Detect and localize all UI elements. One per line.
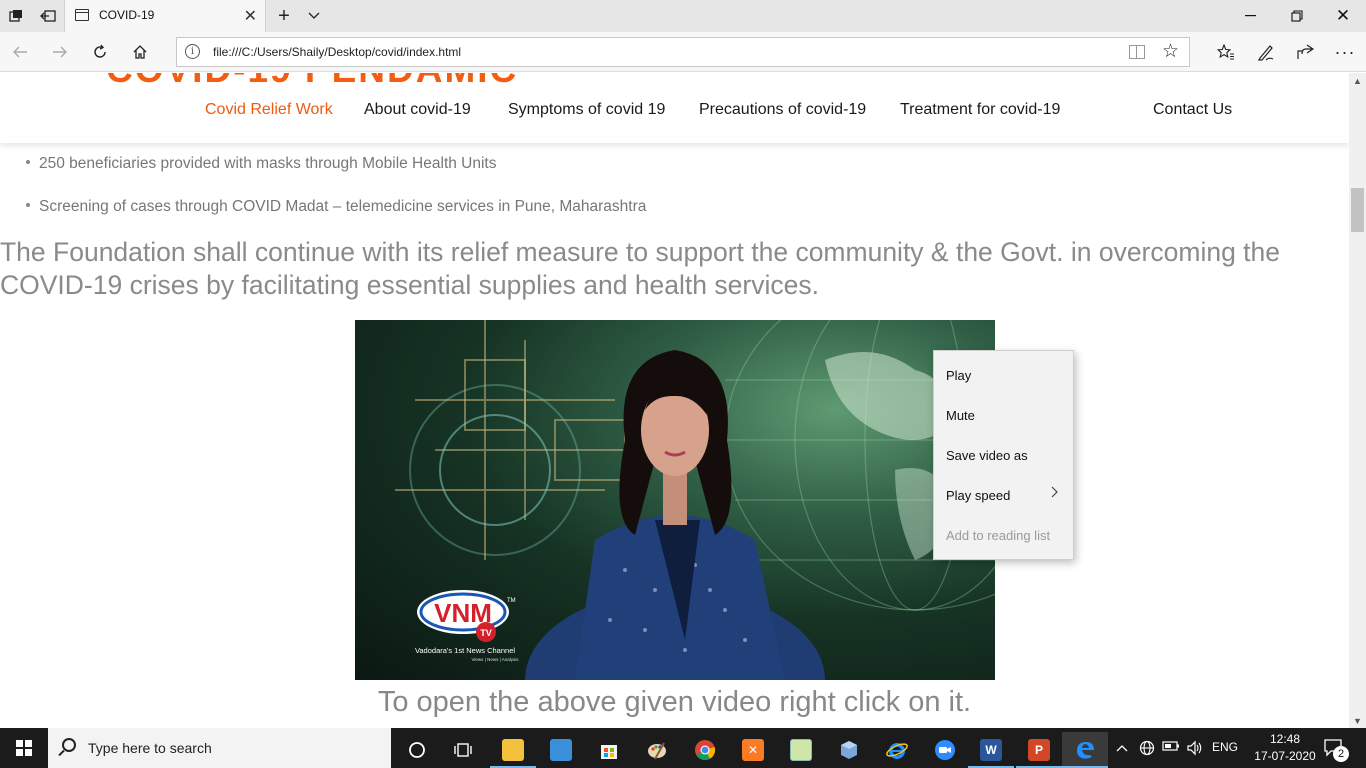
clock-date[interactable]: 17-07-2020 <box>1250 749 1320 763</box>
nav-contact-us[interactable]: Contact Us <box>1153 101 1232 119</box>
news-video-player[interactable]: VNM TV TM Vadodara's 1st News Channel Vi… <box>355 320 995 680</box>
channel-subtagline: Views | News | Analysis <box>471 657 519 662</box>
home-button[interactable] <box>124 36 156 68</box>
menu-item-mute[interactable]: Mute <box>946 408 975 423</box>
video-caption: To open the above given video right clic… <box>377 686 972 718</box>
new-tab-button[interactable]: + <box>268 0 300 32</box>
forward-button[interactable] <box>44 36 76 68</box>
powerpoint-icon[interactable]: P <box>1016 732 1062 768</box>
menu-item-play-speed[interactable]: Play speed <box>946 488 1010 503</box>
nav-covid-relief-work[interactable]: Covid Relief Work <box>205 101 333 119</box>
menu-item-save-video-as[interactable]: Save video as <box>946 448 1028 463</box>
paint-icon[interactable] <box>634 732 680 768</box>
back-button[interactable] <box>4 36 36 68</box>
tab-actions-icon[interactable] <box>0 0 32 32</box>
windows-taskbar: Type here to search ✕ W P ENG 12:48 17-0… <box>0 728 1366 768</box>
nav-treatment-for-covid-19[interactable]: Treatment for covid-19 <box>900 101 1060 119</box>
nav-about-covid-19[interactable]: About covid-19 <box>364 101 471 119</box>
this-pc-icon[interactable] <box>538 732 584 768</box>
windows-logo-icon <box>16 740 32 756</box>
language-indicator[interactable]: ENG <box>1212 740 1238 754</box>
tab-title: COVID-19 <box>99 8 155 22</box>
page-favicon-icon <box>75 9 89 21</box>
edge-icon[interactable] <box>1062 732 1108 768</box>
minimize-button[interactable] <box>1228 0 1274 32</box>
taskbar-search-placeholder[interactable]: Type here to search <box>88 740 212 756</box>
browser-tab-strip: COVID-19 ✕ + ✕ <box>0 0 1366 32</box>
nav-symptoms-of-covid-19[interactable]: Symptoms of covid 19 <box>508 101 665 119</box>
cortana-icon[interactable] <box>394 732 440 768</box>
taskbar-search-box[interactable]: Type here to search <box>48 728 391 768</box>
file-explorer-icon[interactable] <box>490 732 536 768</box>
close-window-button[interactable]: ✕ <box>1320 0 1366 32</box>
scroll-up-arrow-icon[interactable]: ▲ <box>1353 76 1362 86</box>
video-context-menu: Play Mute Save video as Play speed Add t… <box>933 350 1074 560</box>
store-icon[interactable] <box>586 732 632 768</box>
browser-navigation-bar: i file:///C:/Users/Shaily/Desktop/covid/… <box>0 32 1366 72</box>
tab-covid-19[interactable]: COVID-19 ✕ <box>64 0 266 32</box>
add-notes-icon[interactable] <box>1254 40 1278 64</box>
vnm-logo-sub: TV <box>480 628 492 638</box>
tab-list-chevron-icon[interactable] <box>298 0 330 32</box>
virtualbox-icon[interactable] <box>826 732 872 768</box>
volume-icon[interactable] <box>1186 740 1204 759</box>
web-page-viewport: COVID-19 PENDAMIC Covid Relief Work Abou… <box>0 73 1349 728</box>
internet-explorer-icon[interactable] <box>874 732 920 768</box>
bullet-dot <box>26 159 30 164</box>
xampp-icon[interactable]: ✕ <box>730 732 776 768</box>
search-icon <box>62 738 76 752</box>
favorite-star-icon[interactable]: ☆ <box>1162 40 1179 63</box>
list-item-text: Screening of cases through COVID Madat –… <box>39 198 647 215</box>
start-button[interactable] <box>0 728 48 768</box>
reading-view-icon[interactable] <box>1129 45 1145 59</box>
refresh-button[interactable] <box>84 36 116 68</box>
scroll-down-arrow-icon[interactable]: ▼ <box>1353 716 1362 726</box>
list-item: Screening of cases through COVID Madat –… <box>26 198 646 216</box>
show-hidden-icons-chevron-icon[interactable] <box>1116 740 1128 755</box>
foundation-paragraph: The Foundation shall continue with its r… <box>0 237 1281 300</box>
channel-tagline: Vadodara's 1st News Channel <box>415 646 515 655</box>
chrome-icon[interactable] <box>682 732 728 768</box>
site-header: COVID-19 PENDAMIC Covid Relief Work Abou… <box>0 73 1349 143</box>
info-icon[interactable]: i <box>185 44 200 59</box>
word-icon[interactable]: W <box>968 732 1014 768</box>
zoom-icon[interactable] <box>922 732 968 768</box>
site-brand-title[interactable]: COVID-19 PENDAMIC <box>106 73 518 91</box>
battery-icon[interactable] <box>1162 740 1180 755</box>
close-tab-icon[interactable]: ✕ <box>244 6 257 26</box>
list-item-text: 250 beneficiaries provided with masks th… <box>39 155 497 172</box>
menu-item-play[interactable]: Play <box>946 368 971 383</box>
network-globe-icon[interactable] <box>1139 740 1155 759</box>
nav-precautions-of-covid-19[interactable]: Precautions of covid-19 <box>699 101 866 119</box>
clock-time[interactable]: 12:48 <box>1265 732 1305 746</box>
vnm-logo-tm: TM <box>507 598 516 604</box>
scrollbar-thumb[interactable] <box>1351 188 1364 232</box>
video-frame-illustration: VNM TV TM Vadodara's 1st News Channel Vi… <box>395 320 995 680</box>
list-item: 250 beneficiaries provided with masks th… <box>26 155 497 173</box>
favorites-hub-icon[interactable] <box>1214 40 1238 64</box>
bullet-dot <box>26 202 30 207</box>
submenu-chevron-right-icon <box>1051 485 1059 501</box>
share-icon[interactable] <box>1293 40 1317 64</box>
page-scrollbar[interactable]: ▲ ▼ <box>1349 73 1366 728</box>
notepad-icon[interactable] <box>778 732 824 768</box>
address-bar[interactable]: i file:///C:/Users/Shaily/Desktop/covid/… <box>176 37 1190 67</box>
menu-item-add-to-reading-list: Add to reading list <box>946 528 1051 543</box>
more-options-icon[interactable]: ··· <box>1333 40 1357 64</box>
notification-count-badge: 2 <box>1333 746 1349 762</box>
set-tabs-aside-icon[interactable] <box>32 0 64 32</box>
task-view-icon[interactable] <box>440 732 486 768</box>
address-bar-url[interactable]: file:///C:/Users/Shaily/Desktop/covid/in… <box>213 45 461 59</box>
restore-button[interactable] <box>1274 0 1320 32</box>
